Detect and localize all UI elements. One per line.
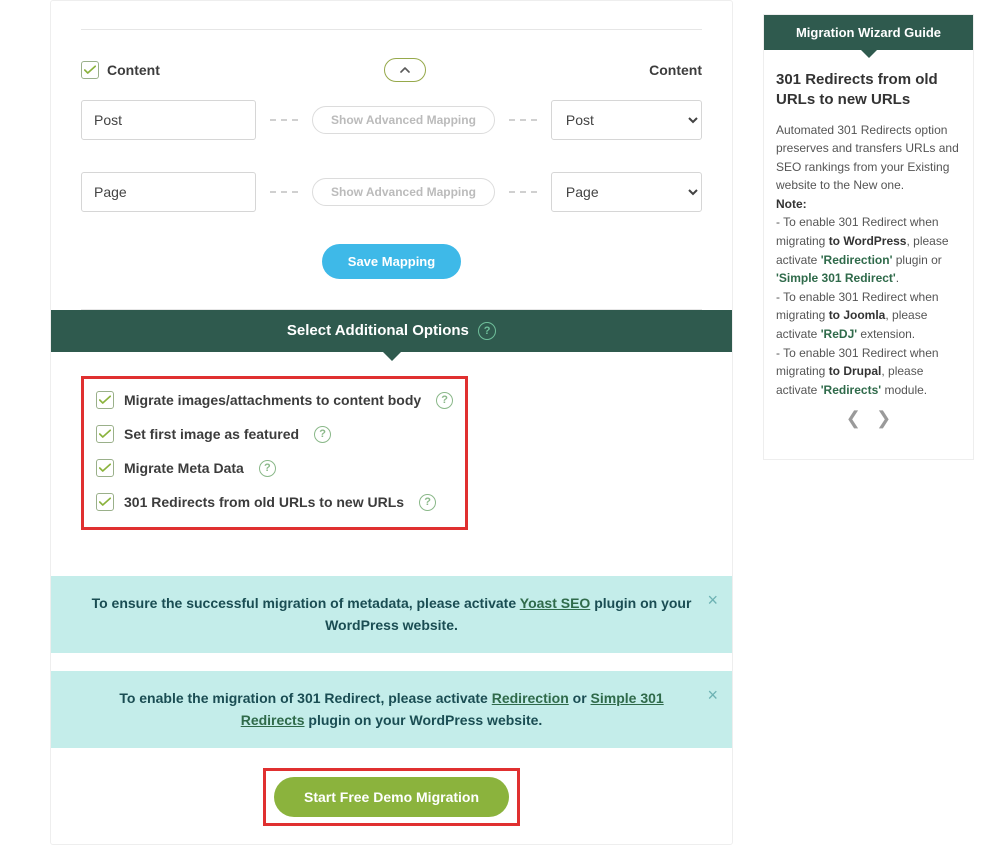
guide-body: 301 Redirects from old URLs to new URLs … <box>764 50 973 459</box>
content-checkbox[interactable] <box>81 61 99 79</box>
help-icon[interactable]: ? <box>436 392 453 409</box>
guide-bullet: - To enable 301 Redirect when migrating … <box>776 288 961 344</box>
target-type-select[interactable]: Post <box>551 100 702 140</box>
guide-title: 301 Redirects from old URLs to new URLs <box>776 70 961 111</box>
help-icon[interactable]: ? <box>259 460 276 477</box>
option-row: 301 Redirects from old URLs to new URLs … <box>96 493 453 511</box>
option-label: Migrate images/attachments to content bo… <box>124 392 421 408</box>
page-layout: Content Content Show Advanced Mapping Po… <box>0 0 1000 845</box>
guide-card: Migration Wizard Guide 301 Redirects fro… <box>763 14 974 460</box>
check-icon <box>99 429 111 439</box>
main-column: Content Content Show Advanced Mapping Po… <box>0 0 733 845</box>
connector-dash <box>509 191 537 193</box>
options-highlight-box: Migrate images/attachments to content bo… <box>81 376 468 530</box>
mapping-header-row: Content Content <box>81 58 702 82</box>
mapping-row: Show Advanced Mapping Page <box>81 172 702 212</box>
help-icon[interactable]: ? <box>314 426 331 443</box>
close-icon[interactable]: × <box>707 681 718 710</box>
option-checkbox[interactable] <box>96 391 114 409</box>
redirect-alert: To enable the migration of 301 Redirect,… <box>51 671 732 748</box>
section-divider <box>81 29 702 30</box>
alert-text: plugin on your WordPress website. <box>305 712 543 728</box>
check-icon <box>99 395 111 405</box>
guide-next-icon[interactable]: ❯ <box>876 408 891 428</box>
mapping-row: Show Advanced Mapping Post <box>81 100 702 140</box>
option-checkbox[interactable] <box>96 459 114 477</box>
option-label: Migrate Meta Data <box>124 460 244 476</box>
guide-bullet: - To enable 301 Redirect when migrating … <box>776 344 961 400</box>
source-type-input[interactable] <box>81 172 256 212</box>
chevron-up-icon <box>400 67 410 74</box>
option-label: Set first image as featured <box>124 426 299 442</box>
connector-dash <box>270 119 298 121</box>
source-type-input[interactable] <box>81 100 256 140</box>
connector-dash <box>270 191 298 193</box>
check-icon <box>99 463 111 473</box>
option-row: Set first image as featured ? <box>96 425 453 443</box>
mapping-section: Content Content Show Advanced Mapping Po… <box>51 1 732 309</box>
guide-header: Migration Wizard Guide <box>764 15 973 50</box>
help-icon[interactable]: ? <box>419 494 436 511</box>
sidebar: Migration Wizard Guide 301 Redirects fro… <box>763 14 974 845</box>
yoast-alert: To ensure the successful migration of me… <box>51 576 732 653</box>
redirection-link[interactable]: Redirection <box>492 690 569 706</box>
start-demo-migration-button[interactable]: Start Free Demo Migration <box>274 777 509 817</box>
content-source-label: Content <box>107 62 160 78</box>
alert-text: To ensure the successful migration of me… <box>92 595 520 611</box>
connector-dash <box>509 119 537 121</box>
close-icon[interactable]: × <box>707 586 718 615</box>
collapse-toggle[interactable] <box>384 58 426 82</box>
wizard-card: Content Content Show Advanced Mapping Po… <box>50 0 733 845</box>
additional-options-title: Select Additional Options <box>287 322 469 339</box>
option-checkbox[interactable] <box>96 493 114 511</box>
option-row: Migrate Meta Data ? <box>96 459 453 477</box>
check-icon <box>84 65 96 75</box>
alert-text: To enable the migration of 301 Redirect,… <box>119 690 491 706</box>
guide-note-label: Note: <box>776 197 807 211</box>
show-advanced-mapping-button[interactable]: Show Advanced Mapping <box>312 178 495 206</box>
alert-text: or <box>569 690 591 706</box>
guide-nav: ❮ ❯ <box>776 399 961 443</box>
option-checkbox[interactable] <box>96 425 114 443</box>
check-icon <box>99 497 111 507</box>
additional-options-header: Select Additional Options ? <box>51 310 732 352</box>
option-row: Migrate images/attachments to content bo… <box>96 391 453 409</box>
demo-wrap: Start Free Demo Migration <box>51 748 732 844</box>
guide-intro: Automated 301 Redirects option preserves… <box>776 121 961 195</box>
mapping-header-left: Content <box>81 61 160 79</box>
content-target-label: Content <box>649 62 702 78</box>
save-mapping-button[interactable]: Save Mapping <box>322 244 461 279</box>
option-label: 301 Redirects from old URLs to new URLs <box>124 494 404 510</box>
demo-highlight-box: Start Free Demo Migration <box>263 768 520 826</box>
options-body: Migrate images/attachments to content bo… <box>51 352 732 558</box>
yoast-seo-link[interactable]: Yoast SEO <box>520 595 591 611</box>
show-advanced-mapping-button[interactable]: Show Advanced Mapping <box>312 106 495 134</box>
guide-prev-icon[interactable]: ❮ <box>846 408 861 428</box>
guide-bullet: - To enable 301 Redirect when migrating … <box>776 213 961 287</box>
help-icon[interactable]: ? <box>478 322 496 340</box>
target-type-select[interactable]: Page <box>551 172 702 212</box>
